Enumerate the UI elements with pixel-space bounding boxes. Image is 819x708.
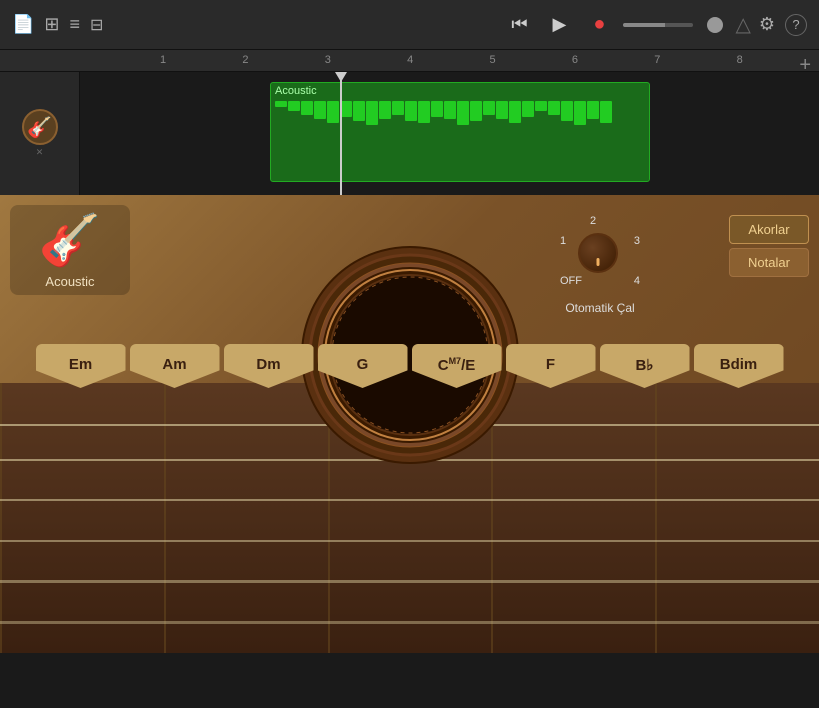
audio-region[interactable]: Acoustic — [270, 82, 650, 182]
autoplay-area: OFF 1 2 3 4 Otomatik Çal — [560, 215, 640, 315]
autoplay-label: Otomatik Çal — [565, 301, 634, 315]
chord-btn-am[interactable]: Am — [130, 344, 220, 388]
guitar-string-5 — [0, 580, 819, 583]
tracks-container: 🎸 ✕ Acoustic — [0, 72, 819, 195]
knob-labels: OFF 1 2 3 4 — [560, 215, 640, 295]
list-icon[interactable]: ≡ — [70, 14, 81, 35]
knob-label-2: 2 — [590, 215, 596, 227]
chord-note-buttons: Akorlar Notalar — [729, 215, 809, 277]
playhead-track — [340, 72, 342, 195]
chord-btn-cm7e[interactable]: CM7/E — [412, 344, 502, 388]
instrument-name: Acoustic — [45, 274, 94, 289]
ruler-marks: 1 2 3 4 5 6 7 8 — [160, 50, 819, 72]
instrument-icon: 🎸 — [39, 211, 101, 270]
guitar-string-3 — [0, 499, 819, 501]
knob-label-off: OFF — [560, 275, 582, 287]
ruler-mark-6: 6 — [572, 54, 578, 66]
chord-btn-dm[interactable]: Dm — [224, 344, 314, 388]
timeline-area: 1 2 3 4 5 6 7 8 + 🎸 ✕ Acoustic — [0, 50, 819, 195]
guitar-string-6 — [0, 621, 819, 624]
transport-controls: ⏮ ▶ ● △ — [503, 9, 750, 41]
volume-slider[interactable] — [623, 23, 693, 27]
toolbar: 📄 ⊞ ≡ ⊟ ⏮ ▶ ● △ ⚙ ? — [0, 0, 819, 50]
akorlar-button[interactable]: Akorlar — [729, 215, 809, 244]
chord-btn-bdim[interactable]: Bdim — [694, 344, 784, 388]
ruler-mark-5: 5 — [490, 54, 496, 66]
new-document-icon[interactable]: 📄 — [12, 14, 34, 35]
chords-row: Em Am Dm G CM7/E F B♭ Bdim — [0, 344, 819, 388]
region-label: Acoustic — [271, 83, 649, 99]
knob-label-3: 3 — [634, 235, 640, 247]
knob-container: OFF 1 2 3 4 Otomatik Çal — [560, 215, 640, 315]
autoplay-knob[interactable] — [578, 233, 618, 273]
instrument-panel: 🎸 Acoustic OFF 1 2 3 4 — [0, 195, 819, 653]
playhead-triangle — [335, 72, 347, 82]
knob-label-4: 4 — [634, 275, 640, 287]
ruler-mark-8: 8 — [737, 54, 743, 66]
chord-btn-bb[interactable]: B♭ — [600, 344, 690, 388]
ruler-mark-4: 4 — [407, 54, 413, 66]
notalar-button[interactable]: Notalar — [729, 248, 809, 277]
ruler-mark-2: 2 — [242, 54, 248, 66]
instrument-header: 🎸 Acoustic — [10, 205, 130, 295]
track-header: 🎸 ✕ — [0, 72, 80, 195]
settings-icon[interactable]: ⚙ — [759, 14, 775, 35]
toolbar-left: 📄 ⊞ ≡ ⊟ — [12, 14, 495, 35]
rewind-button[interactable]: ⏮ — [503, 9, 535, 41]
record-button[interactable]: ● — [583, 9, 615, 41]
track-instrument-icon: 🎸 — [22, 109, 58, 145]
chord-btn-g[interactable]: G — [318, 344, 408, 388]
track-content[interactable]: Acoustic — [80, 72, 819, 195]
chord-btn-em[interactable]: Em — [36, 344, 126, 388]
volume-knob[interactable] — [707, 17, 723, 33]
ruler: 1 2 3 4 5 6 7 8 + — [0, 50, 819, 72]
help-icon[interactable]: ? — [785, 14, 807, 36]
guitar-string-4 — [0, 540, 819, 542]
chord-btn-f[interactable]: F — [506, 344, 596, 388]
ruler-mark-1: 1 — [160, 54, 166, 66]
instrument-icon-box: 🎸 Acoustic — [10, 205, 130, 295]
mixer-icon[interactable]: ⊟ — [90, 15, 103, 35]
knob-label-1: 1 — [560, 235, 566, 247]
ruler-mark-7: 7 — [654, 54, 660, 66]
window-icon[interactable]: ⊞ — [44, 14, 59, 35]
region-waveform — [271, 99, 649, 179]
ruler-mark-3: 3 — [325, 54, 331, 66]
toolbar-right: ⚙ ? — [759, 14, 807, 36]
play-button[interactable]: ▶ — [543, 9, 575, 41]
